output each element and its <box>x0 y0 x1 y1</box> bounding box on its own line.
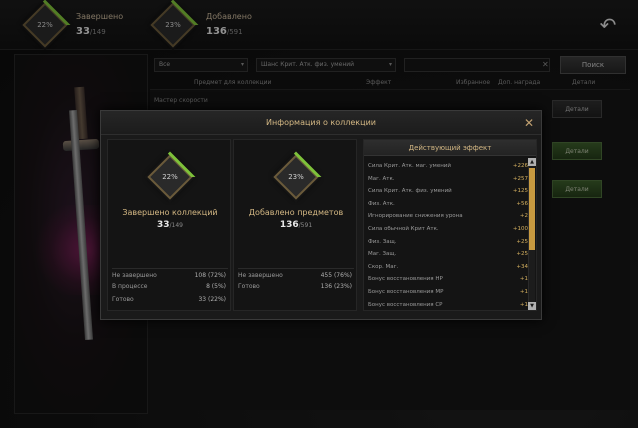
effect-row: Бонус восстановления MP +1 <box>368 286 528 299</box>
stat-line-ready: Готово 33 (22%) <box>112 296 226 303</box>
completed-collections-percent: 22% <box>162 173 178 181</box>
effect-label: Бонус восстановления MP <box>368 289 444 295</box>
active-effect-panel: Действующий эффект Сила Крит. Атк. маг. … <box>363 139 537 311</box>
effect-label: Игнорирование снижения урона <box>368 213 463 220</box>
stat-line-in-progress: В процессе 8 (5%) <box>112 283 226 290</box>
effect-scrollbar[interactable]: ▲ ▼ <box>528 158 536 310</box>
completed-collections-card: 22% Завершено коллекций 33/149 Не заверш… <box>107 139 231 311</box>
effect-value: +226 <box>512 163 528 169</box>
effect-value: +25 <box>516 238 528 245</box>
effect-row: Маг. Атк. +257 <box>368 173 528 186</box>
scroll-thumb[interactable] <box>529 168 535 250</box>
effect-row: Сила обычной Крит Атк. +100 <box>368 223 528 236</box>
effect-label: Сила Крит. Атк. физ. умений <box>368 188 452 195</box>
stat-line-ready: Готово 136 (23%) <box>238 283 352 290</box>
effect-row: Бонус восстановления CP +1 <box>368 299 528 312</box>
scroll-up-icon[interactable]: ▲ <box>528 158 536 166</box>
effect-row: Сила Крит. Атк. физ. умений +125 <box>368 185 528 198</box>
effect-label: Маг. Защ. <box>368 251 397 258</box>
added-items-emblem: 23% <box>270 151 322 203</box>
effect-value: +100 <box>512 226 528 232</box>
effect-value: +56 <box>516 200 528 207</box>
active-effect-header: Действующий эффект <box>364 140 536 156</box>
effect-value: +257 <box>512 175 528 182</box>
added-items-percent: 23% <box>288 173 304 181</box>
stat-line-not-completed: Не завершено 455 (76%) <box>238 268 354 279</box>
effect-value: +1 <box>519 301 528 308</box>
effect-value: +34 <box>516 263 528 270</box>
effect-value: +1 <box>519 289 528 295</box>
effect-row: Сила Крит. Атк. маг. умений +226 <box>368 160 528 173</box>
effect-label: Маг. Атк. <box>368 175 395 182</box>
effect-label: Бонус восстановления HP <box>368 276 443 283</box>
effect-row: Маг. Защ. +25 <box>368 248 528 261</box>
completed-collections-title: Завершено коллекций <box>122 208 218 217</box>
effect-label: Физ. Атк. <box>368 200 395 207</box>
effect-row: Физ. Защ. +25 <box>368 236 528 249</box>
effect-value: +125 <box>512 188 528 195</box>
stat-line-not-completed: Не завершено 108 (72%) <box>112 268 228 279</box>
effect-value: +25 <box>516 251 528 258</box>
effect-label: Скор. Маг. <box>368 263 399 270</box>
effect-label: Физ. Защ. <box>368 238 397 245</box>
effect-value: +2 <box>519 213 528 220</box>
completed-collections-emblem: 22% <box>144 151 196 203</box>
collection-info-modal: Информация о коллекции ✕ 22% Завершено к… <box>100 110 542 320</box>
effect-row: Скор. Маг. +34 <box>368 261 528 274</box>
effect-row: Бонус восстановления HP +1 <box>368 273 528 286</box>
close-icon[interactable]: ✕ <box>521 115 537 131</box>
effect-label: Бонус восстановления CP <box>368 301 443 308</box>
modal-title: Информация о коллекции <box>266 118 376 127</box>
effect-label: Сила Крит. Атк. маг. умений <box>368 163 451 169</box>
effect-row: Физ. Атк. +56 <box>368 198 528 211</box>
effect-label: Сила обычной Крит Атк. <box>368 226 439 232</box>
added-items-count: 136/591 <box>279 220 313 230</box>
scroll-down-icon[interactable]: ▼ <box>528 302 536 310</box>
completed-collections-count: 33/149 <box>156 220 183 230</box>
effect-row: Игнорирование снижения урона +2 <box>368 210 528 223</box>
added-items-card: 23% Добавлено предметов 136/591 Не завер… <box>233 139 357 311</box>
effect-value: +1 <box>519 276 528 283</box>
added-items-title: Добавлено предметов <box>248 208 344 217</box>
